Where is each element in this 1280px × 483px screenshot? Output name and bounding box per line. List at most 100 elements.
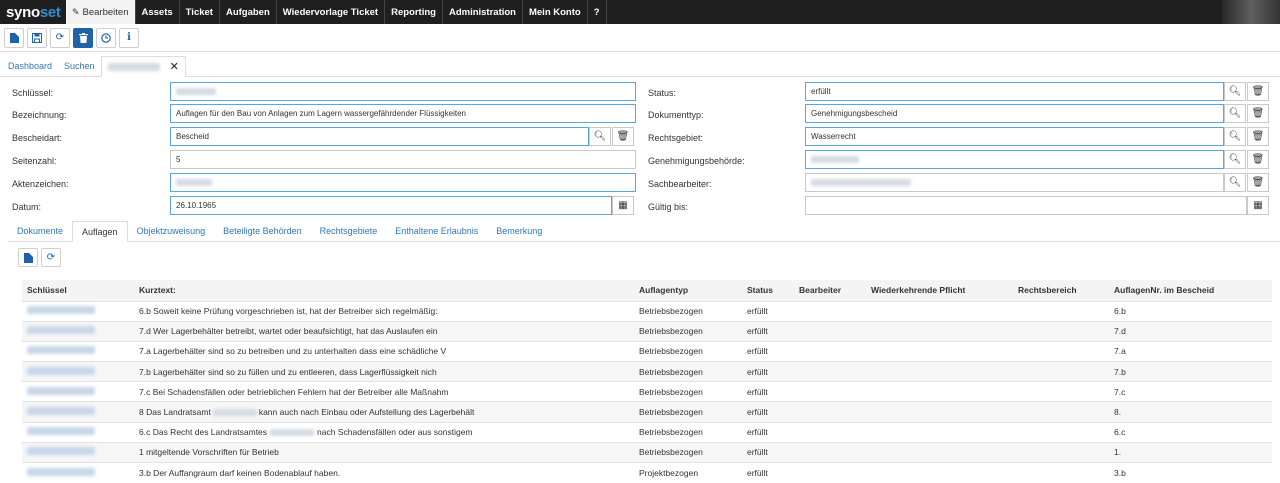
info-button[interactable]: i [119, 27, 139, 48]
search-icon: 🔍︎ [1228, 154, 1242, 165]
row-rechtsbereich [1013, 441, 1109, 463]
col-bearbeiter[interactable]: Bearbeiter [794, 280, 866, 301]
table-row[interactable]: 6.c Das Recht des Landratsamtes nach Scha… [22, 421, 1272, 443]
tab-current-document[interactable]: ✕ [100, 56, 186, 77]
nav-ticket[interactable]: Ticket [178, 0, 219, 24]
dokumenttyp-search-button[interactable]: 🔍︎ [1224, 104, 1246, 123]
status-field[interactable]: erfüllt [805, 82, 1224, 101]
status-clear-button[interactable]: 🗑︎ [1247, 82, 1269, 101]
brand-logo[interactable]: syno set [0, 0, 66, 24]
bescheidart-field[interactable]: Bescheid [170, 127, 589, 146]
nav-wiedervorlage-ticket[interactable]: Wiedervorlage Ticket [275, 0, 384, 24]
nav-help[interactable]: ? [586, 0, 607, 24]
table-row[interactable]: 7.a Lagerbehälter sind so zu betreiben u… [22, 340, 1272, 362]
row-key[interactable] [22, 421, 134, 443]
dokumenttyp-clear-button[interactable]: 🗑︎ [1247, 104, 1269, 123]
sachbearbeiter-clear-button[interactable]: 🗑︎ [1247, 173, 1269, 192]
gueltig-calendar-button[interactable]: ▦ [1247, 196, 1269, 215]
row-key[interactable] [22, 300, 134, 322]
search-icon: 🔍︎ [1228, 108, 1242, 119]
refresh-auflagen-button[interactable]: ⟳ [41, 248, 61, 267]
row-key[interactable] [22, 461, 134, 483]
behoerde-field[interactable] [805, 150, 1224, 169]
col-status[interactable]: Status [742, 280, 794, 301]
tab-dokumente[interactable]: Dokumente [8, 221, 72, 241]
nav-reporting[interactable]: Reporting [384, 0, 442, 24]
rechtsgebiet-field[interactable]: Wasserrecht [805, 127, 1224, 146]
delete-button[interactable] [73, 27, 93, 48]
row-typ: Projektbezogen [634, 461, 742, 483]
nav-administration[interactable]: Administration [441, 0, 522, 24]
status-search-button[interactable]: 🔍︎ [1224, 82, 1246, 101]
row-bearbeiter [794, 320, 866, 342]
row-nr: 8. [1109, 401, 1272, 423]
nav-bearbeiten[interactable]: ✎ Bearbeiten [66, 0, 135, 24]
kurztext-part-b: nach Schadensfällen oder aus sonstigem [317, 427, 473, 438]
new-auflage-button[interactable] [18, 248, 38, 267]
datum-calendar-button[interactable]: ▦ [612, 196, 634, 215]
row-kurztext: 7.a Lagerbehälter sind so zu betreiben u… [134, 340, 634, 362]
history-button[interactable] [96, 27, 116, 48]
save-button[interactable] [27, 27, 47, 48]
search-icon: 🔍︎ [1228, 177, 1242, 188]
col-rechtsbereich[interactable]: Rechtsbereich [1013, 280, 1109, 301]
table-row[interactable]: 7.d Wer Lagerbehälter betreibt, wartet o… [22, 320, 1272, 342]
nav-mein-konto[interactable]: Mein Konto [521, 0, 587, 24]
col-kurztext[interactable]: Kurztext: [134, 280, 634, 301]
row-key[interactable] [22, 441, 134, 463]
col-auflagen-nr[interactable]: AuflagenNr. im Bescheid [1109, 280, 1272, 301]
nav-aufgaben[interactable]: Aufgaben [218, 0, 276, 24]
row-status: erfüllt [742, 320, 794, 342]
bescheidart-search-button[interactable]: 🔍︎ [589, 127, 611, 146]
tab-bemerkung[interactable]: Bemerkung [487, 221, 551, 241]
tab-search[interactable]: Suchen [58, 55, 101, 76]
row-rechtsbereich [1013, 300, 1109, 322]
rechtsgebiet-search-button[interactable]: 🔍︎ [1224, 127, 1246, 146]
row-key[interactable] [22, 361, 134, 382]
table-row[interactable]: 8 Das Landratsamt kann auch nach Einbau o… [22, 401, 1272, 423]
close-icon[interactable]: ✕ [170, 60, 179, 73]
table-row[interactable]: 7.b Lagerbehälter sind so zu füllen und … [22, 361, 1272, 382]
col-auflagentyp[interactable]: Auflagentyp [634, 280, 742, 301]
tab-objektzuweisung[interactable]: Objektzuweisung [128, 221, 215, 241]
row-key[interactable] [22, 401, 134, 423]
bezeichnung-field[interactable]: Auflagen für den Bau von Anlagen zum Lag… [170, 104, 636, 123]
info-icon: i [127, 32, 131, 43]
trash-icon: 🗑︎ [1251, 177, 1265, 188]
bescheidart-clear-button[interactable]: 🗑︎ [612, 127, 634, 146]
datum-field[interactable]: 26.10.1965 [170, 196, 612, 215]
schluessel-field[interactable] [170, 82, 636, 101]
redacted-key [27, 447, 95, 456]
behoerde-clear-button[interactable]: 🗑︎ [1247, 150, 1269, 169]
user-avatar[interactable] [1222, 0, 1280, 24]
refresh-button[interactable]: ⟳ [50, 27, 70, 48]
row-key[interactable] [22, 320, 134, 342]
col-schluessel[interactable]: Schlüssel [22, 280, 134, 301]
gueltig-field[interactable] [805, 196, 1247, 215]
dokumenttyp-field[interactable]: Genehmigungsbescheid [805, 104, 1224, 123]
rechtsgebiet-clear-button[interactable]: 🗑︎ [1247, 127, 1269, 146]
tab-enthaltene-erlaubnis[interactable]: Enthaltene Erlaubnis [386, 221, 487, 241]
table-row[interactable]: 3.b Der Auffangraum darf keinen Bodenabl… [22, 461, 1272, 483]
nav-assets[interactable]: Assets [134, 0, 179, 24]
new-document-button[interactable] [4, 27, 24, 48]
behoerde-search-button[interactable]: 🔍︎ [1224, 150, 1246, 169]
tab-beteiligte-behoerden[interactable]: Beteiligte Behörden [214, 221, 311, 241]
kurztext-part-b: kann auch nach Einbau oder Aufstellung d… [258, 407, 475, 418]
sachbearbeiter-label: Sachbearbeiter: [648, 179, 712, 189]
table-row[interactable]: 1 mitgeltende Vorschriften für Betrieb B… [22, 441, 1272, 463]
row-key[interactable] [22, 340, 134, 362]
seitenzahl-field[interactable]: 5 [170, 150, 636, 169]
tab-auflagen[interactable]: Auflagen [72, 221, 128, 242]
sachbearbeiter-field[interactable] [805, 173, 1224, 192]
tab-rechtsgebiete[interactable]: Rechtsgebiete [311, 221, 387, 241]
aktenzeichen-field[interactable] [170, 173, 636, 192]
row-key[interactable] [22, 381, 134, 402]
tab-dashboard[interactable]: Dashboard [2, 55, 58, 76]
row-status: erfüllt [742, 401, 794, 423]
sachbearbeiter-search-button[interactable]: 🔍︎ [1224, 173, 1246, 192]
search-icon: 🔍︎ [1228, 86, 1242, 97]
table-row[interactable]: 7.c Bei Schadensfällen oder betriebliche… [22, 381, 1272, 402]
table-row[interactable]: 6.b Soweit keine Prüfung vorgeschrieben … [22, 300, 1272, 322]
col-wiederkehrende-pflicht[interactable]: Wiederkehrende Pflicht [866, 280, 1013, 301]
